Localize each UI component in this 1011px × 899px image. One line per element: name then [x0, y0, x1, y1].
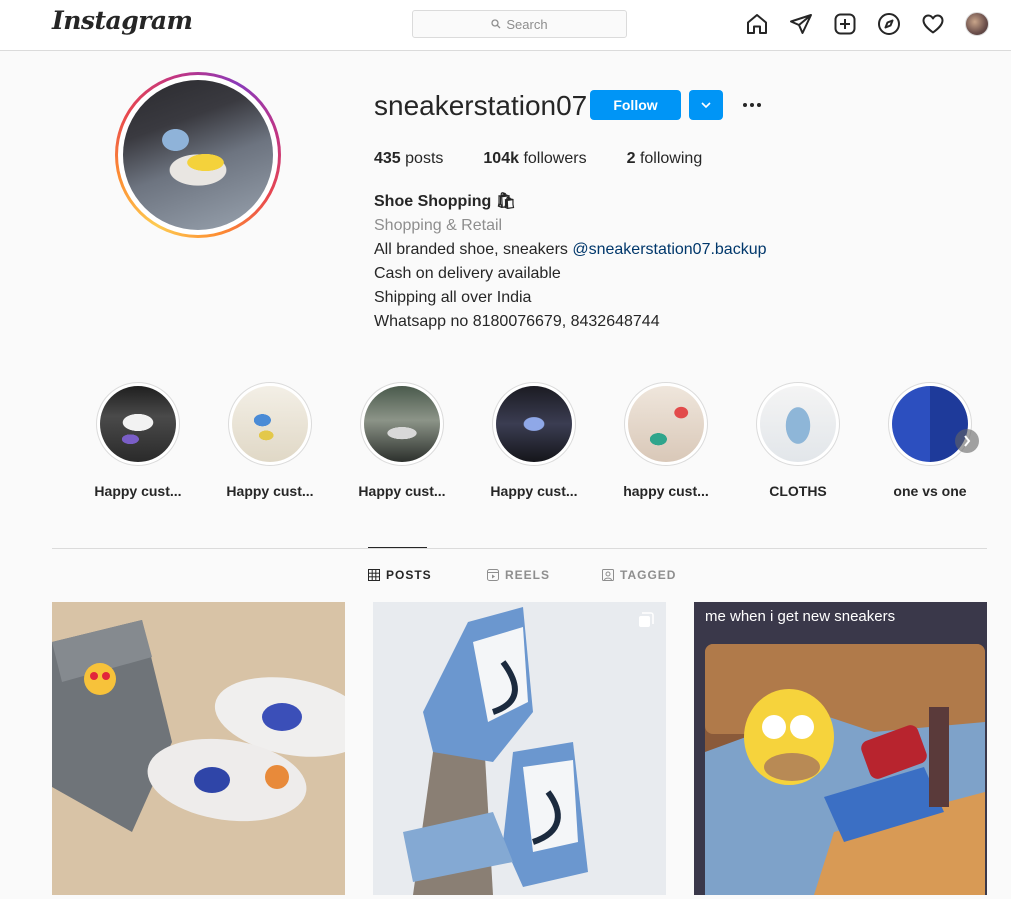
explore-icon[interactable]: [877, 12, 901, 36]
followers-label: followers: [523, 150, 587, 167]
follow-button[interactable]: Follow: [590, 90, 681, 120]
post-caption-overlay: me when i get new sneakers: [705, 608, 896, 625]
bio-line: Cash on delivery available: [374, 265, 561, 282]
highlight-cover: [628, 386, 704, 462]
search-input[interactable]: Search: [412, 10, 627, 38]
highlights-next-button[interactable]: [955, 429, 979, 453]
profile-username: sneakerstation07: [374, 90, 588, 121]
story-highlight[interactable]: CLOTHS: [753, 382, 843, 499]
dot-icon: [750, 103, 754, 107]
story-highlight[interactable]: Happy cust...: [225, 382, 315, 499]
highlight-label: Happy cust...: [358, 483, 446, 499]
profile-picture-ring[interactable]: [115, 72, 281, 238]
bio-mention-link[interactable]: @sneakerstation07.backup: [572, 241, 766, 258]
highlight-cover: [100, 386, 176, 462]
more-options-button[interactable]: [739, 93, 765, 117]
following-count: 2: [626, 150, 636, 167]
following-label: following: [639, 150, 703, 167]
grid-icon: [368, 569, 380, 581]
reels-icon: [487, 569, 499, 581]
bio-line: Whatsapp no 8180076679, 8432648744: [374, 313, 660, 330]
story-highlight[interactable]: Happy cust...: [357, 382, 447, 499]
highlight-label: Happy cust...: [226, 483, 314, 499]
highlight-label: Happy cust...: [94, 483, 182, 499]
profile-bio: Shoe Shopping 🛍 Shopping & Retail All br…: [374, 190, 767, 334]
followers-count: 104k: [483, 150, 519, 167]
posts-label: posts: [405, 150, 444, 167]
active-tab-indicator: [368, 547, 427, 548]
highlight-cover: [364, 386, 440, 462]
new-post-icon[interactable]: [833, 12, 857, 36]
tab-label: TAGGED: [620, 568, 677, 582]
post-thumbnail[interactable]: me when i get new sneakers: [694, 602, 987, 895]
tagged-icon: [602, 569, 614, 581]
home-icon[interactable]: [745, 12, 769, 36]
story-highlight[interactable]: happy cust...: [621, 382, 711, 499]
tabs-divider: [52, 548, 987, 549]
highlight-cover: [496, 386, 572, 462]
tab-posts[interactable]: POSTS: [368, 568, 432, 582]
profile-category: Shopping & Retail: [374, 217, 503, 234]
profile-display-name: Shoe Shopping 🛍: [374, 193, 517, 210]
highlight-label: one vs one: [893, 483, 967, 499]
chevron-right-icon: [964, 435, 971, 447]
highlight-label: happy cust...: [623, 483, 709, 499]
post-image: [694, 602, 987, 895]
story-highlight[interactable]: Happy cust...: [93, 382, 183, 499]
activity-heart-icon[interactable]: [921, 12, 945, 36]
tab-label: REELS: [505, 568, 551, 582]
chevron-down-icon: [701, 101, 711, 108]
tab-label: POSTS: [386, 568, 432, 582]
search-icon: [491, 19, 501, 29]
dot-icon: [743, 103, 747, 107]
story-highlight[interactable]: Happy cust...: [489, 382, 579, 499]
post-image: [373, 602, 666, 895]
profile-picture: [123, 80, 273, 230]
tab-reels[interactable]: REELS: [487, 568, 550, 582]
highlight-cover: [232, 386, 308, 462]
posts-count: 435: [374, 150, 401, 167]
post-image: [52, 602, 345, 895]
search-placeholder: Search: [506, 16, 548, 32]
suggested-accounts-button[interactable]: [689, 90, 723, 120]
highlight-label: CLOTHS: [769, 483, 827, 499]
highlight-cover: [760, 386, 836, 462]
top-navigation-bar: Instagram Search: [0, 0, 1011, 51]
post-thumbnail[interactable]: [373, 602, 666, 895]
followers-stat[interactable]: 104k followers: [483, 150, 586, 168]
following-stat[interactable]: 2 following: [627, 150, 703, 168]
bio-text: All branded shoe, sneakers: [374, 241, 568, 258]
multiple-photos-icon: [639, 612, 654, 627]
highlight-label: Happy cust...: [490, 483, 578, 499]
bio-line: All branded shoe, sneakers @sneakerstati…: [374, 238, 767, 262]
highlight-cover: [892, 386, 968, 462]
profile-avatar[interactable]: [965, 12, 989, 36]
posts-stat: 435 posts: [374, 150, 443, 168]
bio-line: Shipping all over India: [374, 289, 532, 306]
nav-icons: [745, 12, 989, 36]
post-thumbnail[interactable]: [52, 602, 345, 895]
instagram-logo[interactable]: Instagram: [52, 6, 193, 35]
tab-tagged[interactable]: TAGGED: [602, 568, 676, 582]
direct-icon[interactable]: [789, 12, 813, 36]
profile-stats: 435 posts 104k followers 2 following: [374, 150, 742, 168]
dot-icon: [757, 103, 761, 107]
